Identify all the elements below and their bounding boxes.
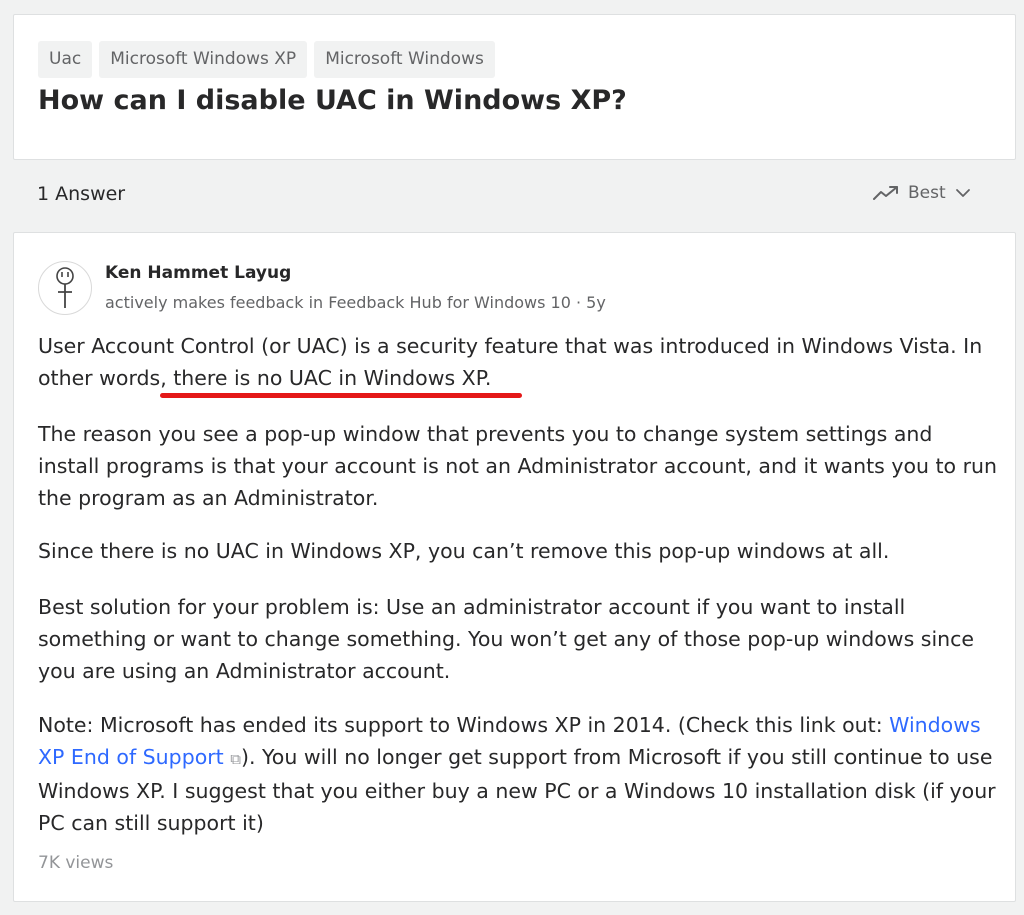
answer-paragraph-2: The reason you see a pop-up window that … — [38, 422, 998, 510]
answer-paragraph-5: Note: Microsoft has ended its support to… — [38, 709, 998, 839]
trending-up-icon — [872, 185, 900, 201]
topic-tag-microsoft-windows-xp[interactable]: Microsoft Windows XP — [99, 41, 308, 78]
credential-text: actively makes feedback in Feedback Hub … — [105, 293, 571, 312]
answer-card: Ken Hammet Layug actively makes feedback… — [13, 232, 1016, 902]
answer-timestamp[interactable]: 5y — [586, 293, 606, 312]
author-name[interactable]: Ken Hammet Layug — [105, 263, 291, 283]
answer-paragraph-1: User Account Control (or UAC) is a secur… — [38, 330, 998, 394]
question-card: Uac Microsoft Windows XP Microsoft Windo… — [13, 14, 1016, 160]
avatar-drawing-icon — [56, 267, 74, 308]
answer-paragraph-3: Since there is no UAC in Windows XP, you… — [38, 539, 890, 563]
paragraph-5-text-before: Note: Microsoft has ended its support to… — [38, 713, 890, 737]
question-title[interactable]: How can I disable UAC in Windows XP? — [38, 85, 627, 116]
sort-dropdown-button[interactable]: Best — [872, 183, 971, 203]
answer-count: 1 Answer — [37, 183, 126, 205]
chevron-down-icon — [955, 188, 971, 198]
sort-label: Best — [908, 183, 946, 203]
red-underline-annotation — [160, 393, 522, 398]
external-link-icon: ⧉ — [230, 750, 241, 768]
answer-paragraph-4: Best solution for your problem is: Use a… — [38, 595, 975, 683]
view-count[interactable]: 7K views — [38, 853, 113, 873]
author-avatar[interactable] — [38, 261, 92, 315]
author-credential: actively makes feedback in Feedback Hub … — [105, 293, 606, 312]
topic-tag-uac[interactable]: Uac — [38, 41, 93, 78]
topic-tag-microsoft-windows[interactable]: Microsoft Windows — [314, 41, 495, 78]
credential-separator: · — [570, 293, 587, 312]
topic-tags: Uac Microsoft Windows XP Microsoft Windo… — [38, 41, 495, 78]
highlighted-statement: there is no UAC in Windows XP. — [173, 366, 492, 390]
